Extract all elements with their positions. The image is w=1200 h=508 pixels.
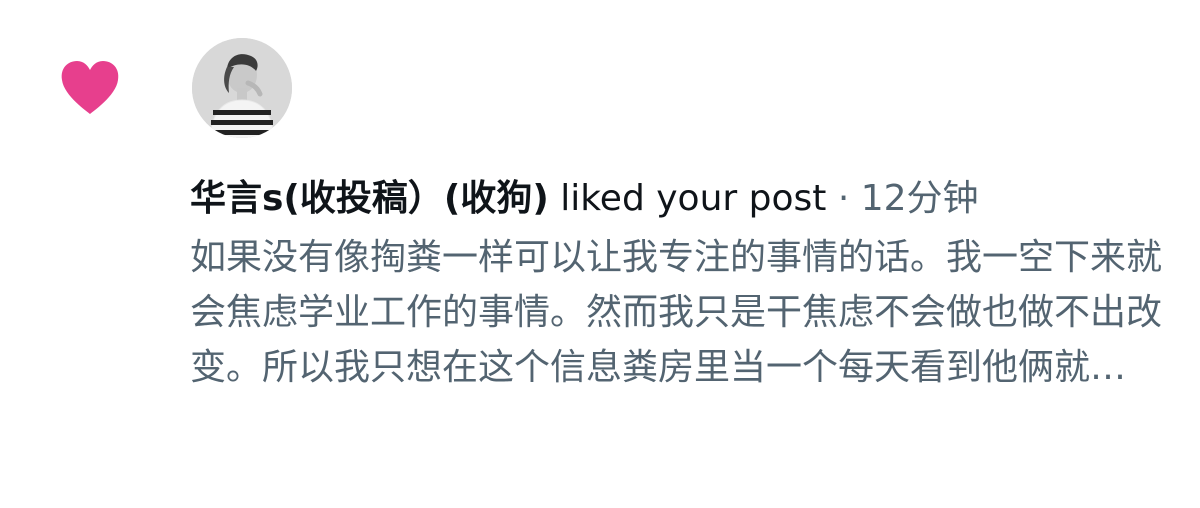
display-name[interactable]: 华言s(收投稿）(收狗) bbox=[190, 178, 549, 219]
notification-header: 华言s(收投稿）(收狗) liked your post · 12分钟 bbox=[190, 170, 1180, 228]
post-excerpt[interactable]: 如果没有像掏粪一样可以让我专注的事情的话。我一空下来就会焦虑学业工作的事情。然而… bbox=[190, 230, 1175, 395]
heart-icon bbox=[58, 58, 122, 118]
action-text: liked your post bbox=[548, 178, 827, 219]
like-notification[interactable]: 华言s(收投稿）(收狗) liked your post · 12分钟 如果没有… bbox=[0, 0, 1200, 508]
avatar[interactable] bbox=[192, 38, 292, 138]
timestamp: 12分钟 bbox=[860, 178, 979, 219]
separator: · bbox=[826, 178, 861, 219]
notification-content: 华言s(收投稿）(收狗) liked your post · 12分钟 如果没有… bbox=[190, 170, 1180, 395]
